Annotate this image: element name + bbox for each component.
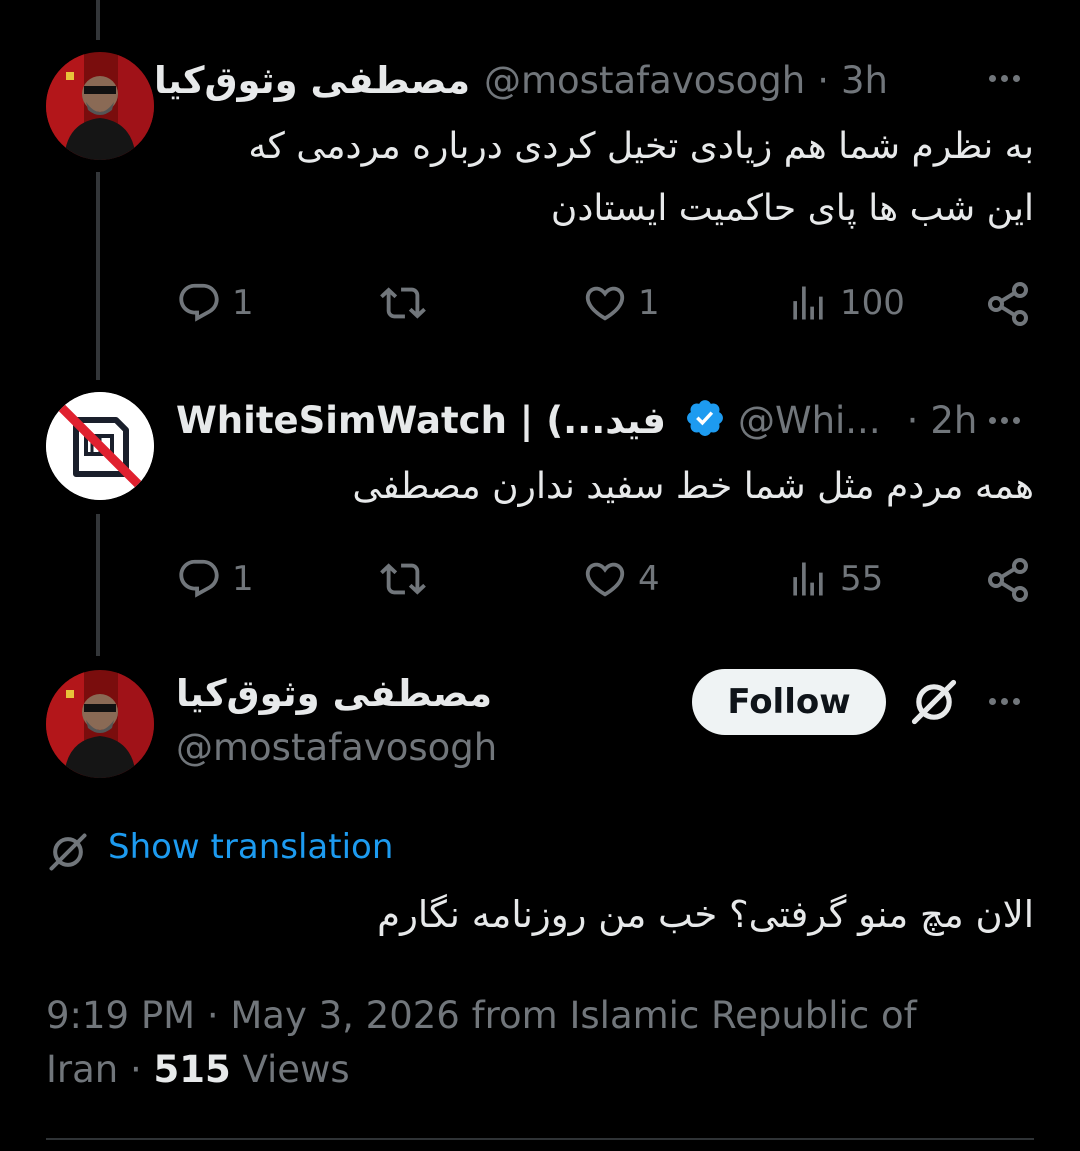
heart-icon (585, 286, 625, 321)
translate-icon (46, 830, 90, 878)
more-icon[interactable] (989, 698, 1020, 705)
reply-button[interactable]: 1 (176, 280, 254, 326)
views-button[interactable]: 100 (786, 280, 905, 326)
tweet-1-text-line2: این شب ها پای حاکمیت ایستادن (550, 188, 1034, 229)
author-name[interactable]: مصطفی وثوق‌کیا (154, 59, 470, 102)
share-button[interactable] (984, 280, 1032, 328)
author-handle[interactable]: @mostafavosogh (484, 59, 805, 102)
separator-dot: · (906, 398, 919, 442)
views-count: 100 (840, 283, 905, 323)
tweet-2-text: همه مردم مثل شما خط سفید ندارن مصطفی (352, 466, 1034, 507)
meta-location: Iran · (46, 1048, 154, 1091)
views-icon (793, 562, 823, 596)
views-label: Views (230, 1048, 350, 1091)
avatar[interactable] (46, 670, 154, 778)
separator-dot: · (817, 58, 829, 102)
more-icon[interactable] (989, 417, 1020, 424)
author-handle[interactable]: @Whi... (738, 399, 881, 442)
tweet-meta-line1[interactable]: 9:19 PM · May 3, 2026 from Islamic Repub… (46, 994, 917, 1037)
verified-badge-icon (684, 397, 726, 443)
tweet-1-header: مصطفی وثوق‌کیا @mostafavosogh · 3h (154, 54, 888, 106)
reply-button[interactable]: 1 (176, 556, 254, 602)
more-icon[interactable] (989, 75, 1020, 82)
reply-count: 1 (232, 559, 254, 599)
heart-icon (585, 562, 625, 597)
share-icon (988, 558, 1028, 602)
retweet-button[interactable] (378, 556, 428, 602)
like-button[interactable]: 1 (582, 280, 660, 326)
like-count: 1 (638, 283, 660, 323)
main-tweet-text: الان مچ منو گرفتی؟ خب من روزنامه نگارم (377, 893, 1034, 936)
thread-line-1 (96, 172, 100, 380)
like-count: 4 (638, 559, 660, 599)
reply-count: 1 (232, 283, 254, 323)
show-translation-link[interactable]: Show translation (108, 827, 393, 867)
tweet-1-text-line1: به نظرم شما هم زیادی تخیل کردی درباره مر… (248, 126, 1034, 167)
avatar[interactable] (46, 392, 154, 500)
author-handle[interactable]: @mostafavosogh (176, 726, 497, 769)
views-count[interactable]: 515 (154, 1048, 231, 1091)
share-button[interactable] (984, 556, 1032, 604)
follow-button[interactable]: Follow (692, 669, 886, 735)
retweet-icon (380, 287, 426, 319)
thread-line-2 (96, 514, 100, 656)
author-name[interactable]: مصطفی وثوق‌کیا (176, 672, 492, 715)
tweet-meta-line2: Iran · 515 Views (46, 1048, 350, 1091)
views-icon (793, 286, 823, 320)
thread-line-top (96, 0, 100, 40)
tweet-time[interactable]: 3h (841, 59, 888, 102)
tweet-time[interactable]: 2h (930, 399, 977, 442)
reply-icon (179, 283, 219, 322)
retweet-icon (380, 563, 426, 595)
like-button[interactable]: 4 (582, 556, 660, 602)
views-count: 55 (840, 559, 884, 599)
grok-icon[interactable] (908, 676, 960, 732)
retweet-button[interactable] (378, 280, 428, 326)
divider (46, 1138, 1034, 1140)
tweet-2-header: WhiteSimWatch | (...فید @Whi... · 2h (176, 394, 977, 446)
views-button[interactable]: 55 (786, 556, 883, 602)
reply-icon (179, 559, 219, 598)
avatar[interactable] (46, 52, 154, 160)
share-icon (988, 282, 1028, 326)
author-name[interactable]: WhiteSimWatch | (...فید (176, 399, 666, 442)
